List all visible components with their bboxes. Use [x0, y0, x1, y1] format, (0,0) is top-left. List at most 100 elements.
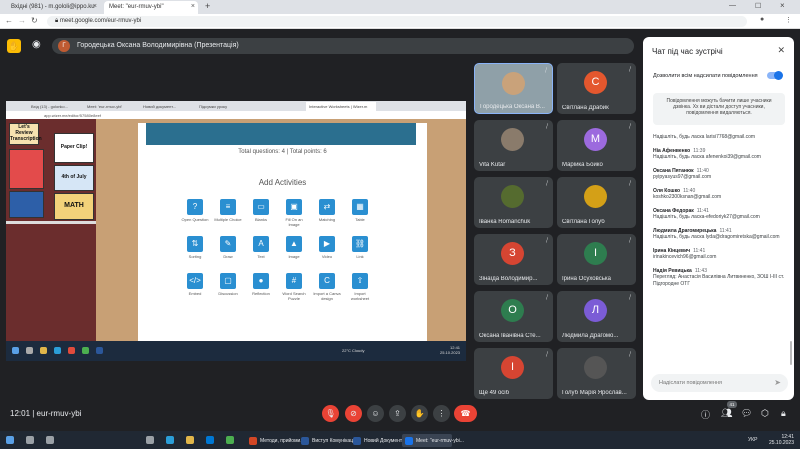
chrome-icon[interactable] [226, 436, 234, 444]
activity-label: Reflection [252, 291, 270, 296]
file-explorer-icon[interactable] [186, 436, 194, 444]
participant-tile[interactable]: С Світлана Драбик ⧸ [557, 63, 636, 114]
send-icon[interactable]: ➤ [774, 378, 781, 387]
system-clock[interactable]: 12:41 25.10.2023 [769, 434, 794, 446]
new-tab-icon[interactable]: + [205, 1, 210, 11]
mic-off-icon: ⧸ [628, 352, 631, 358]
browser-tab-strip: Вхідні (981) - m.gololi@ippo.ku × Meet: … [0, 0, 800, 14]
activity-icon: ● [253, 273, 269, 289]
chat-message: Ніа Афенвенко 11:39 Надішліть, будь ласка … [653, 148, 788, 161]
browser-tab-gmail[interactable]: Вхідні (981) - m.gololi@ippo.ku × [6, 1, 100, 14]
activity-item: ⇅ Sorting [181, 236, 209, 259]
activity-icon: ⛓ [352, 236, 368, 252]
maximize-icon[interactable]: ☐ [755, 2, 761, 10]
shared-clock: 12:41 25.10.2023 [440, 345, 460, 355]
participant-tile[interactable]: Л Людмила Драгомо... ⧸ [557, 291, 636, 342]
menu-icon[interactable]: ⋮ [785, 16, 792, 24]
participant-tile[interactable]: Vita Kutar ⧸ [474, 120, 553, 171]
activity-icon: ▢ [220, 273, 236, 289]
total-questions: Total questions: 4 | Total points: 6 [238, 149, 327, 155]
participant-tile[interactable]: І Ще 49 осіб ⧸ [474, 348, 553, 399]
presentation-icon: ✋ [7, 39, 21, 53]
reload-icon[interactable]: ↻ [31, 16, 38, 25]
avatar [584, 356, 607, 379]
participant-tile[interactable]: І Ірина Осуховська ⧸ [557, 234, 636, 285]
activity-label: Import a Canva design [313, 291, 341, 301]
address-bar[interactable]: 🔒︎ meet.google.com/eur-rmuv-ybi [47, 16, 747, 27]
meet-header: ✋ ◉ Г Городецька Оксана Володимирівна (П… [0, 29, 643, 66]
edge-icon [54, 347, 61, 354]
search-icon[interactable] [26, 436, 34, 444]
mic-off-icon: ⧸ [545, 124, 548, 130]
activity-icon: </> [187, 273, 203, 289]
participant-tile[interactable]: Голуб Марія Ярослав... ⧸ [557, 348, 636, 399]
taskbar-app[interactable]: Методи, прийоми... [246, 434, 304, 447]
activity-icon: ✎ [220, 236, 236, 252]
activity-label: Multiple Choice [214, 217, 242, 222]
taskbar-app[interactable]: Новий Документ ... [350, 434, 408, 447]
activity-icon: A [253, 236, 269, 252]
participant-tile[interactable]: Іванка Romanchuk ⧸ [474, 177, 553, 228]
close-icon[interactable]: ✕ [777, 45, 785, 56]
avatar [584, 185, 607, 208]
chat-input[interactable] [651, 374, 788, 392]
back-icon[interactable]: ← [5, 16, 13, 25]
host-controls-icon[interactable]: 🔒︎ [781, 408, 786, 419]
close-icon[interactable]: × [191, 3, 195, 10]
participant-tile[interactable]: Світлана Голуб ⧸ [557, 177, 636, 228]
avatar: М [584, 128, 607, 151]
taskbar-app-label: Meet: "eur-rmuv-ybi... [416, 438, 464, 444]
url-text: meet.google.com/eur-rmuv-ybi [59, 18, 142, 24]
present-icon: ⇪ [394, 409, 401, 418]
close-window-icon[interactable]: × [780, 1, 785, 10]
task-view-icon[interactable] [46, 436, 54, 444]
raise-hand-button[interactable]: ✋ [411, 405, 428, 422]
mic-off-button[interactable]: 🎙︎ [322, 405, 339, 422]
present-button[interactable]: ⇪ [389, 405, 406, 422]
widgets-icon[interactable] [146, 436, 154, 444]
participant-tile[interactable]: Городецька Оксана В... ⧸ [474, 63, 553, 114]
participant-name: Іванка Romanchuk [479, 219, 531, 225]
minimize-icon[interactable]: — [729, 2, 736, 9]
browser-toolbar: ← → ↻ 🔒︎ meet.google.com/eur-rmuv-ybi ● … [0, 14, 800, 29]
activity-item: ▦ Table [346, 199, 374, 222]
more-options-button[interactable]: ⋮ [433, 405, 450, 422]
taskbar-app[interactable]: Meet: "eur-rmuv-ybi... [402, 434, 464, 447]
activity-label: Link [356, 254, 364, 259]
activity-label: Image [288, 254, 300, 259]
end-call-button[interactable]: ☎ [454, 405, 477, 422]
chat-text: Надішліть, будь ласка lyda@dragomiretska… [653, 234, 780, 240]
mic-off-icon: ⧸ [545, 295, 548, 301]
taskbar-app[interactable]: Виступ Комунікац... [298, 434, 357, 447]
participant-tile[interactable]: О Оксана Іванівна Сте... ⧸ [474, 291, 553, 342]
emoji-button[interactable]: ☺ [367, 405, 384, 422]
chat-icon[interactable]: 💬︎ [741, 408, 752, 419]
chat-scrollbar[interactable] [790, 341, 792, 365]
activity-icon: ▲ [286, 236, 302, 252]
participant-tile[interactable]: З Зінаїда Володимир... ⧸ [474, 234, 553, 285]
close-icon[interactable]: × [93, 3, 97, 10]
windows-start-icon[interactable] [6, 436, 14, 444]
edge-icon[interactable] [166, 436, 174, 444]
language-indicator[interactable]: УКР [748, 437, 757, 443]
people-icon[interactable]: 👥︎ [721, 408, 732, 419]
browser-tab-meet[interactable]: Meet: "eur-rmuv-ybi" × [104, 1, 198, 14]
activity-label: Word Search Puzzle [282, 291, 306, 301]
mic-off-icon: ⧸ [545, 238, 548, 244]
avatar: Г [58, 40, 70, 52]
camera-off-button[interactable]: ⊘ [345, 405, 362, 422]
activity-item: ▢ Discussion [214, 273, 242, 296]
chat-message: Надішліть, будь ласка larisi7768@gmail.c… [653, 134, 788, 141]
info-icon[interactable]: ⓘ [701, 408, 710, 421]
store-icon[interactable] [206, 436, 214, 444]
forward-icon[interactable]: → [18, 16, 26, 25]
activity-item: ⇧ Import worksheet [346, 273, 374, 301]
shared-tab: Вхід (13) - golonko... [31, 104, 68, 109]
emoji-icon: ☺ [371, 409, 380, 418]
allow-messages-toggle[interactable] [767, 71, 783, 80]
participant-tile[interactable]: М Марійка Бойко ⧸ [557, 120, 636, 171]
eye-icon[interactable]: ◉ [32, 39, 41, 50]
activities-icon[interactable]: ⬡ [761, 408, 769, 419]
profile-icon[interactable]: ● [760, 16, 764, 23]
participant-name: Vita Kutar [479, 162, 506, 168]
